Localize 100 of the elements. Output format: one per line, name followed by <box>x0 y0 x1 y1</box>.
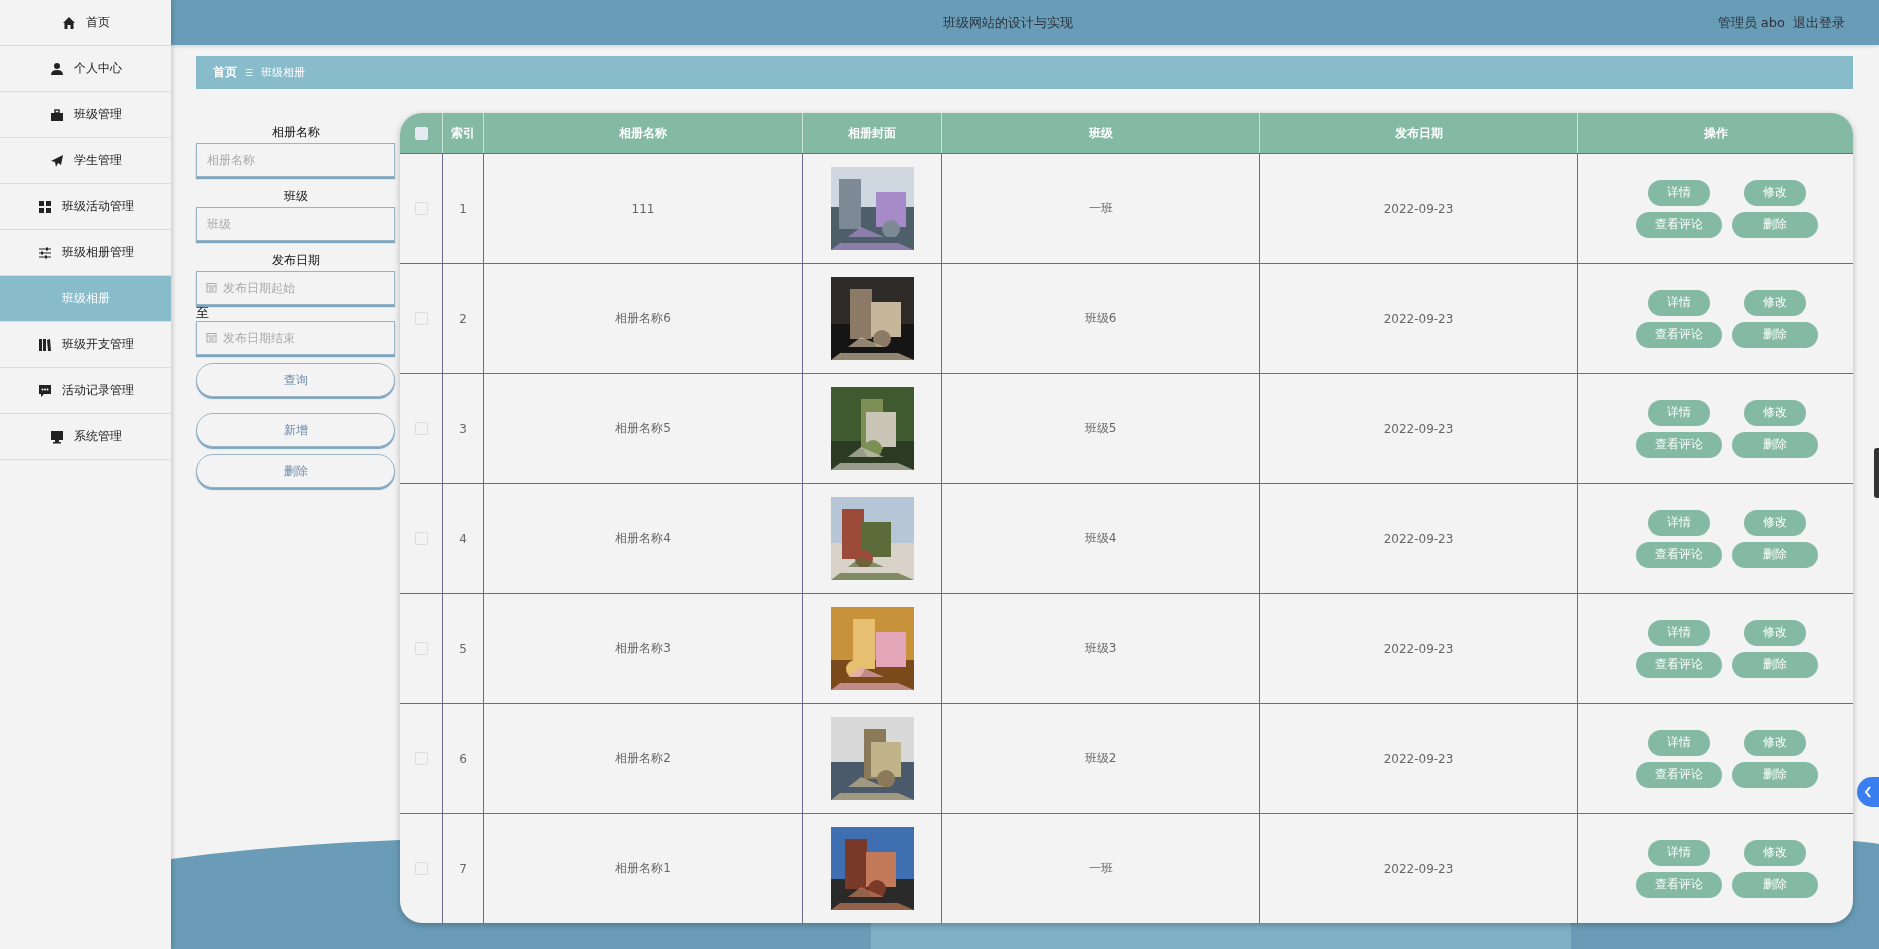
table-cell: 相册名称1 <box>615 860 671 877</box>
table-cell: 2022-09-23 <box>1383 421 1454 436</box>
table-cell: 一班 <box>1088 860 1113 877</box>
table-cell: 2022-09-23 <box>1383 201 1454 216</box>
sidebar-item[interactable]: 班级相册 <box>0 276 171 322</box>
row-action-button[interactable]: 删除 <box>1731 871 1818 898</box>
row-action-button[interactable]: 详情 <box>1647 619 1710 646</box>
site-title: 班级网站的设计与实现 <box>943 13 1073 32</box>
row-action-button[interactable]: 查看评论 <box>1635 321 1722 348</box>
checkbox[interactable] <box>414 126 428 140</box>
table-cell: 相册名称6 <box>615 310 671 327</box>
table-cell: 一班 <box>1088 200 1113 217</box>
table-cell: 班级6 <box>1084 310 1117 327</box>
monitor-icon <box>49 429 64 444</box>
table-cell: 2022-09-23 <box>1383 531 1454 546</box>
sidebar-item[interactable]: 活动记录管理 <box>0 368 171 414</box>
sidebar-item[interactable]: 个人中心 <box>0 46 171 92</box>
sidebar-item[interactable]: 系统管理 <box>0 414 171 460</box>
row-action-button[interactable]: 查看评论 <box>1635 871 1722 898</box>
logout-link[interactable]: 退出登录 <box>1793 13 1845 32</box>
breadcrumb-link[interactable]: 首页 <box>213 64 237 81</box>
briefcase-icon <box>49 107 64 122</box>
row-action-button[interactable]: 删除 <box>1731 321 1818 348</box>
table-cell: 2022-09-23 <box>1383 641 1454 656</box>
home-icon <box>61 15 76 30</box>
input-field[interactable]: 班级 <box>196 207 395 241</box>
input-field[interactable]: 发布日期结束 <box>196 321 395 355</box>
table-cell: 1 <box>459 201 467 216</box>
column-header: 相册封面 <box>848 124 896 142</box>
separator-icon: ☰ <box>245 67 254 78</box>
row-action-button[interactable]: 修改 <box>1743 509 1806 536</box>
table-cell: 111 <box>631 201 655 216</box>
user-icon <box>49 61 64 76</box>
row-action-button[interactable]: 删除 <box>1731 541 1818 568</box>
table-cell: 6 <box>459 751 467 766</box>
table-cell: 班级3 <box>1084 640 1117 657</box>
action-button[interactable]: 查询 <box>196 363 395 397</box>
table-cell: 3 <box>459 421 467 436</box>
row-action-button[interactable]: 删除 <box>1731 431 1818 458</box>
field-label: 班级 <box>282 188 309 205</box>
sidebar-item[interactable]: 班级活动管理 <box>0 184 171 230</box>
column-header: 操作 <box>1703 124 1728 142</box>
grid-icon <box>37 199 52 214</box>
sliders-icon <box>37 245 52 260</box>
sidebar-item[interactable]: 学生管理 <box>0 138 171 184</box>
table-cell: 2022-09-23 <box>1383 751 1454 766</box>
chat-icon <box>37 383 52 398</box>
row-action-button[interactable]: 查看评论 <box>1635 431 1722 458</box>
paper-plane-icon <box>49 153 64 168</box>
row-action-button[interactable]: 删除 <box>1731 651 1818 678</box>
table-cell: 2022-09-23 <box>1383 311 1454 326</box>
row-action-button[interactable]: 修改 <box>1743 619 1806 646</box>
row-action-button[interactable]: 删除 <box>1731 761 1818 788</box>
row-action-button[interactable]: 修改 <box>1743 399 1806 426</box>
table-cell: 班级5 <box>1084 420 1117 437</box>
action-button[interactable]: 新增 <box>196 413 395 447</box>
row-action-button[interactable]: 修改 <box>1743 179 1806 206</box>
row-action-button[interactable]: 修改 <box>1743 839 1806 866</box>
breadcrumb-current: 班级相册 <box>261 65 306 80</box>
collapse-button[interactable] <box>1857 777 1879 807</box>
row-action-button[interactable]: 详情 <box>1647 399 1710 426</box>
table-cell: 4 <box>459 531 467 546</box>
input-field[interactable]: 相册名称 <box>196 143 395 177</box>
table-cell: 相册名称4 <box>615 530 671 547</box>
table-cell: 5 <box>459 641 467 656</box>
book-icon <box>37 337 52 352</box>
row-action-button[interactable]: 查看评论 <box>1635 541 1722 568</box>
column-header: 班级 <box>1088 124 1113 142</box>
row-action-button[interactable]: 删除 <box>1731 211 1818 238</box>
row-action-button[interactable]: 详情 <box>1647 509 1710 536</box>
row-action-button[interactable]: 查看评论 <box>1635 651 1722 678</box>
user-name: 管理员 abo <box>1717 13 1785 32</box>
column-header: 相册名称 <box>619 124 667 142</box>
row-action-button[interactable]: 详情 <box>1647 179 1710 206</box>
row-action-button[interactable]: 查看评论 <box>1635 211 1722 238</box>
field-label: 相册名称 <box>270 124 321 141</box>
row-action-button[interactable]: 详情 <box>1647 839 1710 866</box>
row-action-button[interactable]: 查看评论 <box>1635 761 1722 788</box>
table-cell: 2022-09-23 <box>1383 861 1454 876</box>
row-action-button[interactable]: 修改 <box>1743 729 1806 756</box>
table-cell: 相册名称2 <box>615 750 671 767</box>
row-action-button[interactable]: 详情 <box>1647 289 1710 316</box>
row-action-button[interactable]: 修改 <box>1743 289 1806 316</box>
field-label: 发布日期 <box>270 252 321 269</box>
input-field[interactable]: 发布日期起始 <box>196 271 395 305</box>
table-cell: 2 <box>459 311 467 326</box>
column-header: 索引 <box>451 124 475 142</box>
sidebar-item[interactable]: 班级开支管理 <box>0 322 171 368</box>
calendar-icon <box>206 332 217 343</box>
table-cell: 班级4 <box>1084 530 1117 547</box>
range-separator: 至 <box>196 305 210 321</box>
table-cell: 相册名称3 <box>615 640 671 657</box>
action-button[interactable]: 删除 <box>196 454 395 488</box>
sidebar-item[interactable]: 班级管理 <box>0 92 171 138</box>
scrollbar-handle[interactable] <box>1874 448 1879 498</box>
table-cell: 相册名称5 <box>615 420 671 437</box>
table-cell: 7 <box>459 861 467 876</box>
column-header: 发布日期 <box>1394 124 1443 142</box>
chevron-left-icon <box>1864 786 1872 798</box>
row-action-button[interactable]: 详情 <box>1647 729 1710 756</box>
